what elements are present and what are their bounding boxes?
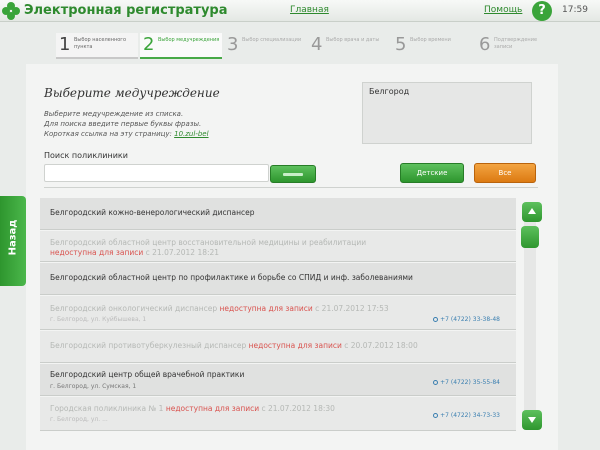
help-icon[interactable]: ? bbox=[532, 1, 552, 21]
step-label: Выбор специализации bbox=[242, 37, 302, 43]
search-icon bbox=[283, 173, 303, 176]
instruction-line: Выберите медучреждение из списка. bbox=[44, 110, 184, 118]
list-item[interactable]: Белгородский кожно-венерологический дисп… bbox=[40, 198, 516, 230]
clinic-address: г. Белгород, ул. ... bbox=[50, 416, 108, 423]
clinic-name: Белгородский центр общей врачебной практ… bbox=[50, 370, 245, 379]
step-6: 6 Подтверждение записи bbox=[476, 33, 558, 59]
clinic-name: Белгородский онкологический диспансер не… bbox=[50, 304, 389, 313]
step-label: Подтверждение записи bbox=[494, 37, 538, 50]
home-link[interactable]: Главная bbox=[290, 5, 329, 15]
step-number: 1 bbox=[59, 34, 71, 55]
selected-city: Белгород bbox=[362, 82, 532, 144]
arrow-up-icon bbox=[528, 208, 536, 214]
all-filter-button[interactable]: Все bbox=[474, 163, 536, 183]
top-bar: Электронная регистратура Главная Помощь … bbox=[0, 0, 600, 22]
scroll-up-button[interactable] bbox=[522, 202, 542, 222]
back-label: Назад bbox=[7, 219, 19, 256]
step-number: 2 bbox=[143, 34, 155, 55]
step-label: Выбор населенного пункта bbox=[74, 37, 126, 50]
step-label: Выбор медучреждения bbox=[158, 37, 220, 43]
scroll-down-button[interactable] bbox=[522, 410, 542, 430]
search-input[interactable] bbox=[44, 164, 269, 182]
clinic-phone: +7 (4722) 35-55-84 bbox=[433, 379, 500, 386]
clinic-address: г. Белгород, ул. Сумская, 1 bbox=[50, 383, 137, 390]
step-1[interactable]: 1 Выбор населенного пункта bbox=[56, 33, 138, 59]
arrow-down-icon bbox=[528, 417, 536, 423]
clinic-name: Белгородский областной центр по профилак… bbox=[50, 273, 413, 282]
help-link[interactable]: Помощь bbox=[484, 5, 522, 15]
clinic-name: Белгородский кожно-венерологический дисп… bbox=[50, 208, 255, 217]
list-item[interactable]: Белгородский областной центр по профилак… bbox=[40, 263, 516, 295]
clinic-phone: +7 (4722) 34-73-33 bbox=[433, 412, 500, 419]
step-number: 6 bbox=[479, 34, 491, 55]
scroll-thumb[interactable] bbox=[521, 226, 539, 248]
step-4: 4 Выбор врача и даты bbox=[308, 33, 390, 59]
clinic-status: недоступна для записи с 21.07.2012 18:21 bbox=[50, 248, 220, 257]
phone-icon bbox=[433, 413, 439, 418]
children-filter-button[interactable]: Детские bbox=[400, 163, 464, 183]
clinic-name: Белгородский областной центр восстановит… bbox=[50, 238, 367, 247]
step-number: 4 bbox=[311, 34, 323, 55]
clinic-name: Городская поликлиника № 1 недоступна для… bbox=[50, 404, 335, 413]
instruction-line: Для поиска введите первые буквы фразы. bbox=[44, 120, 202, 128]
list-item[interactable]: Белгородский областной центр восстановит… bbox=[40, 231, 516, 262]
clinic-phone: +7 (4722) 33-38-48 bbox=[433, 316, 500, 323]
step-number: 5 bbox=[395, 34, 407, 55]
search-button[interactable] bbox=[270, 165, 316, 183]
step-3: 3 Выбор специализации bbox=[224, 33, 306, 59]
short-link[interactable]: 10.zul-bel bbox=[174, 130, 208, 138]
clinic-name: Белгородский противотуберкулезный диспан… bbox=[50, 341, 418, 350]
step-5: 5 Выбор времени bbox=[392, 33, 474, 59]
clinic-address: г. Белгород, ул. Куйбышева, 1 bbox=[50, 316, 147, 323]
divider bbox=[44, 187, 538, 188]
list-item[interactable]: Городская поликлиника № 1 недоступна для… bbox=[40, 397, 516, 431]
short-link-caption: Короткая ссылка на эту страницу: bbox=[44, 130, 172, 138]
clock: 17:59 bbox=[562, 5, 588, 15]
list-item[interactable]: Белгородский центр общей врачебной практ… bbox=[40, 364, 516, 396]
phone-icon bbox=[433, 380, 439, 385]
clinic-list: Белгородский кожно-венерологический дисп… bbox=[40, 198, 516, 438]
search-label: Поиск поликлиники bbox=[44, 151, 128, 160]
list-item[interactable]: Белгородский противотуберкулезный диспан… bbox=[40, 331, 516, 363]
step-label: Выбор врача и даты bbox=[326, 37, 380, 43]
clover-logo-icon bbox=[2, 2, 20, 20]
step-2: 2 Выбор медучреждения bbox=[140, 33, 222, 59]
instruction-line: Короткая ссылка на эту страницу: 10.zul-… bbox=[44, 130, 209, 138]
list-item[interactable]: Белгородский онкологический диспансер не… bbox=[40, 296, 516, 330]
app-title: Электронная регистратура bbox=[24, 3, 228, 18]
back-button[interactable]: Назад bbox=[0, 196, 26, 286]
step-label: Выбор времени bbox=[410, 37, 451, 43]
wizard-steps: 1 Выбор населенного пункта 2 Выбор медуч… bbox=[56, 33, 540, 59]
phone-icon bbox=[433, 317, 439, 322]
page-title: Выберите медучреждение bbox=[44, 86, 220, 100]
step-number: 3 bbox=[227, 34, 239, 55]
